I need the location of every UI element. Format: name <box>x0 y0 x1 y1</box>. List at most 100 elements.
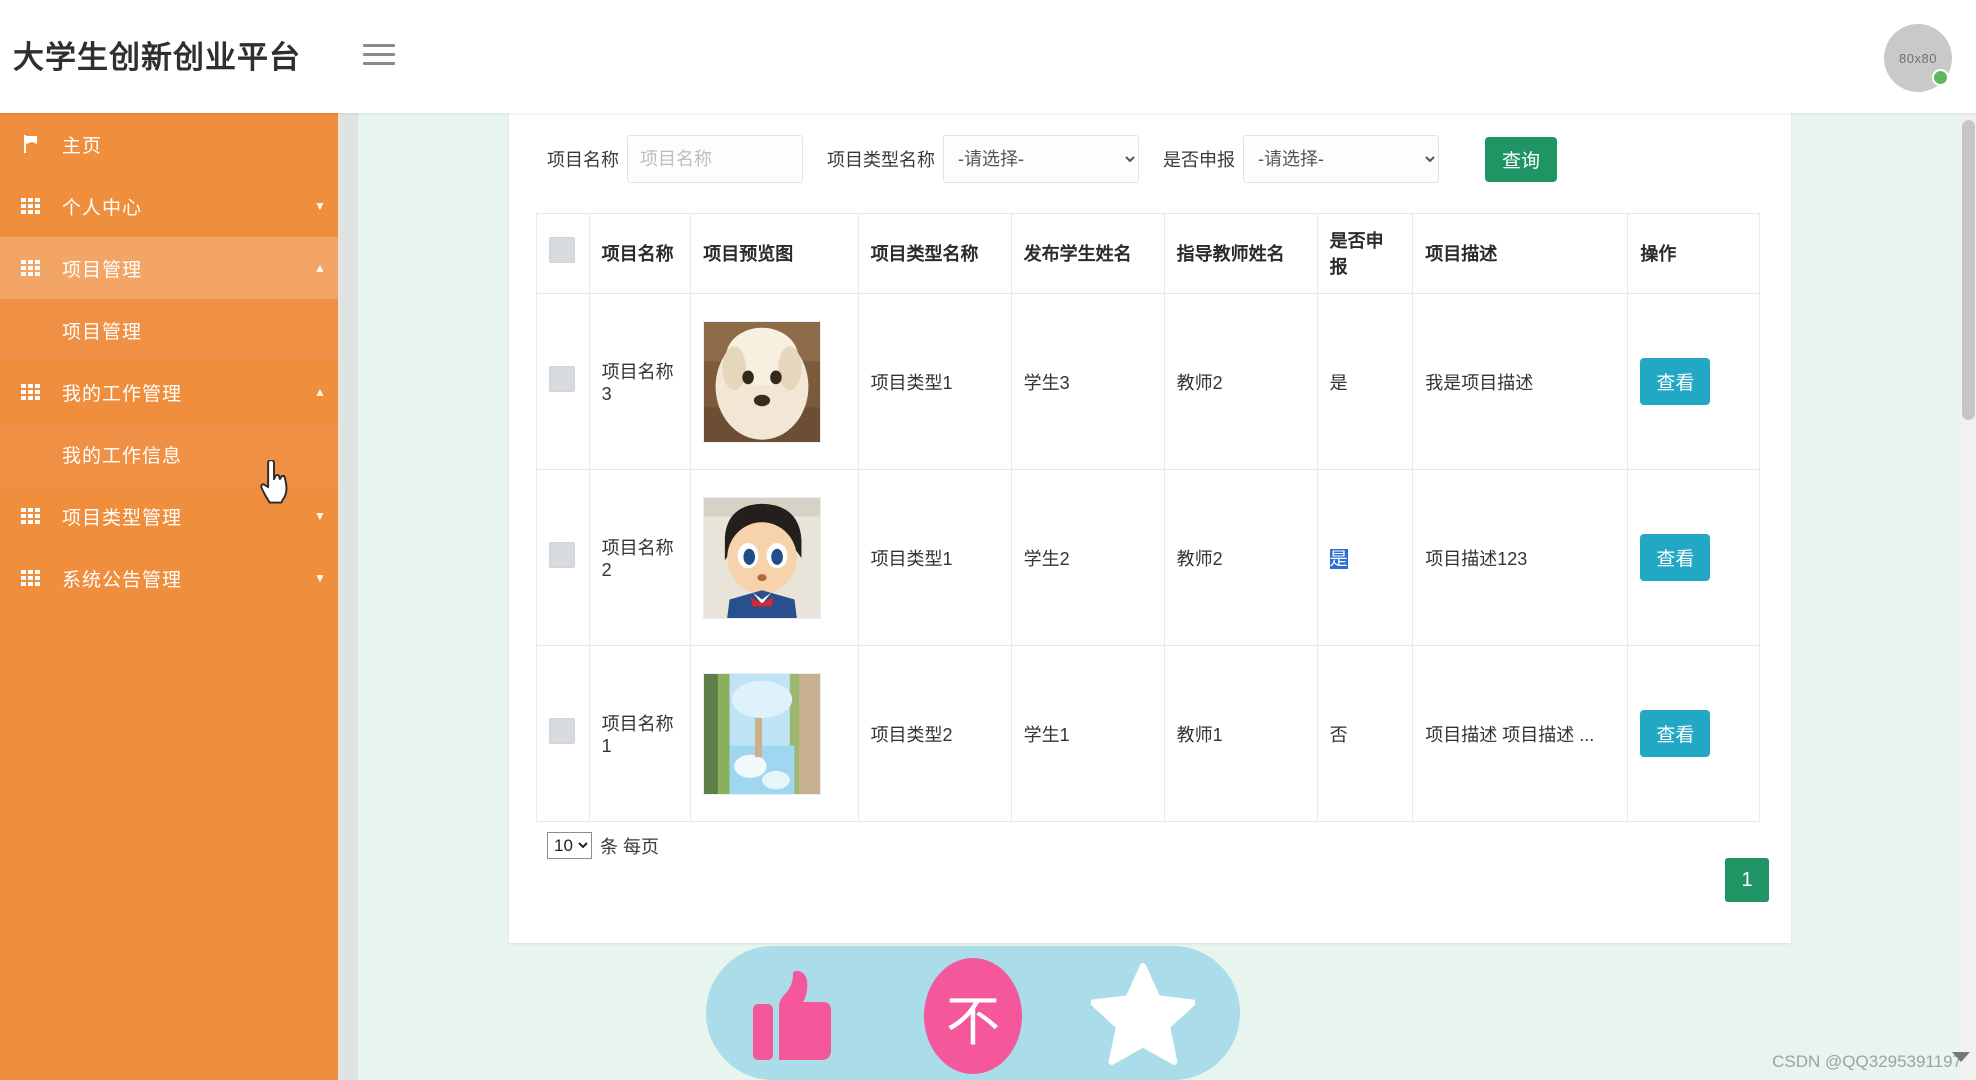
row-select-cell <box>536 645 590 822</box>
content-left-strip <box>338 113 358 1080</box>
cell-teacher-name: 教师1 <box>1163 645 1318 822</box>
dislike-button[interactable]: 不 <box>913 958 1033 1074</box>
th-description: 项目描述 <box>1412 213 1629 294</box>
project-name-label: 项目名称 <box>547 150 619 170</box>
sidebar-item-home[interactable]: 主页 <box>0 113 338 175</box>
cell-teacher-name: 教师2 <box>1163 293 1318 470</box>
cell-project-preview <box>690 645 859 822</box>
dislike-label: 不 <box>924 958 1022 1074</box>
cell-project-type: 项目类型1 <box>857 469 1012 646</box>
cell-declared-selected-text: 是 <box>1329 548 1348 569</box>
sidebar-item-label: 项目管理 <box>62 259 143 281</box>
declare-label: 是否申报 <box>1163 150 1235 170</box>
page-size-suffix-label: 条 每页 <box>600 836 660 857</box>
page-title: 大学生创新创业平台 <box>13 40 301 75</box>
view-button[interactable]: 查看 <box>1640 710 1711 757</box>
page-size-control: 10 条 每页 <box>547 832 659 859</box>
table-row: 项目名称3 项目类型1 学生3 教师2 是 我是项目描述 查看 <box>536 293 1760 470</box>
online-status-dot <box>1932 69 1949 86</box>
cell-description: 项目描述123 <box>1412 469 1629 646</box>
cell-declared: 是 <box>1316 469 1414 646</box>
table-header-row: 项目名称 项目预览图 项目类型名称 发布学生姓名 指导教师姓名 是否申报 项目描… <box>536 213 1760 294</box>
grid-icon <box>0 508 62 524</box>
cell-project-preview <box>690 469 859 646</box>
grid-icon <box>0 260 62 276</box>
top-header-bar: 大学生创新创业平台 80x80 <box>0 0 1976 113</box>
star-icon <box>1089 963 1197 1065</box>
grid-icon <box>0 198 62 214</box>
reaction-bar: 不 <box>706 946 1240 1080</box>
chevron-up-icon: ▲ <box>314 385 326 399</box>
row-select-cell <box>536 293 590 470</box>
cell-declared: 是 <box>1316 293 1414 470</box>
sidebar-item-label: 我的工作管理 <box>62 383 183 405</box>
sidebar-item-personal-center[interactable]: 个人中心 ▼ <box>0 175 338 237</box>
favorite-button[interactable] <box>1089 958 1211 1068</box>
conan-thumbnail <box>703 496 822 619</box>
declare-select[interactable]: -请选择- <box>1243 135 1439 183</box>
th-student-name: 发布学生姓名 <box>1010 213 1165 294</box>
select-all-cell <box>536 213 590 294</box>
scroll-down-arrow-icon[interactable] <box>1952 1052 1970 1062</box>
cell-project-name: 项目名称2 <box>588 469 692 646</box>
th-teacher-name: 指导教师姓名 <box>1163 213 1318 294</box>
sidebar-item-project-management[interactable]: 项目管理 ▲ <box>0 237 338 299</box>
project-type-label: 项目类型名称 <box>827 150 935 170</box>
cell-actions: 查看 <box>1627 645 1760 822</box>
view-button[interactable]: 查看 <box>1640 358 1711 405</box>
hamburger-icon[interactable] <box>363 44 395 70</box>
th-project-preview: 项目预览图 <box>690 213 859 294</box>
sidebar-item-label: 系统公告管理 <box>62 569 183 591</box>
search-button[interactable]: 查询 <box>1485 136 1557 182</box>
chevron-down-icon: ▼ <box>314 571 326 585</box>
project-type-select[interactable]: -请选择- <box>943 135 1139 183</box>
pagination-page-1[interactable]: 1 <box>1725 858 1769 902</box>
chevron-down-icon: ▼ <box>314 509 326 523</box>
cell-student-name: 学生1 <box>1010 645 1165 822</box>
sidebar-item-label: 主页 <box>62 135 103 157</box>
landscape-thumbnail <box>703 672 822 795</box>
grid-icon <box>0 384 62 400</box>
sidebar-item-my-work-management[interactable]: 我的工作管理 ▲ <box>0 361 338 423</box>
avatar-wrapper: 80x80 <box>1884 24 1952 92</box>
sidebar-item-system-notice-management[interactable]: 系统公告管理 ▼ <box>0 547 338 609</box>
select-all-checkbox[interactable] <box>549 237 575 263</box>
cell-actions: 查看 <box>1627 469 1760 646</box>
row-checkbox[interactable] <box>549 366 575 392</box>
cell-project-name: 项目名称1 <box>588 645 692 822</box>
cell-description: 项目描述 项目描述 ... <box>1412 645 1629 822</box>
sidebar-item-project-type-management[interactable]: 项目类型管理 ▼ <box>0 485 338 547</box>
chevron-down-icon: ▼ <box>314 199 326 213</box>
cell-declared: 否 <box>1316 645 1414 822</box>
cell-project-name: 项目名称3 <box>588 293 692 470</box>
row-select-cell <box>536 469 590 646</box>
main-panel: 项目名称 项目类型名称 -请选择- 是否申报 -请选择- 查询 <box>509 110 1791 943</box>
sidebar-subitem-project-management[interactable]: 项目管理 <box>0 299 338 361</box>
projects-table: 项目名称 项目预览图 项目类型名称 发布学生姓名 指导教师姓名 是否申报 项目描… <box>536 213 1760 822</box>
grid-icon <box>0 570 62 586</box>
page-size-select[interactable]: 10 <box>547 832 592 859</box>
project-name-input[interactable] <box>627 135 803 183</box>
app-root: 大学生创新创业平台 80x80 主页 个人中心 ▼ 项目管理 ▲ 项目管理 我的… <box>0 0 1976 1080</box>
puppy-thumbnail <box>703 320 822 443</box>
thumbs-up-icon <box>753 970 831 1060</box>
row-checkbox[interactable] <box>549 542 575 568</box>
cell-description: 我是项目描述 <box>1412 293 1629 470</box>
flag-icon <box>0 135 62 153</box>
row-checkbox[interactable] <box>549 718 575 744</box>
like-button[interactable] <box>735 958 855 1068</box>
th-project-name: 项目名称 <box>588 213 692 294</box>
th-project-type: 项目类型名称 <box>857 213 1012 294</box>
cell-student-name: 学生2 <box>1010 469 1165 646</box>
cell-project-type: 项目类型1 <box>857 293 1012 470</box>
sidebar: 主页 个人中心 ▼ 项目管理 ▲ 项目管理 我的工作管理 ▲ 我的工作信息 项目… <box>0 113 338 1080</box>
watermark-text: CSDN @QQ3295391197 <box>1772 1052 1962 1071</box>
sidebar-item-label: 个人中心 <box>62 197 143 219</box>
sidebar-subitem-my-work-info[interactable]: 我的工作信息 <box>0 423 338 485</box>
table-row: 项目名称2 项目类型1 学生2 教师2 是 项目描述123 查看 <box>536 469 1760 646</box>
page-scrollbar-thumb[interactable] <box>1962 120 1975 420</box>
cell-project-preview <box>690 293 859 470</box>
sidebar-subitem-label: 我的工作信息 <box>62 445 183 467</box>
sidebar-item-label: 项目类型管理 <box>62 507 183 529</box>
view-button[interactable]: 查看 <box>1640 534 1711 581</box>
